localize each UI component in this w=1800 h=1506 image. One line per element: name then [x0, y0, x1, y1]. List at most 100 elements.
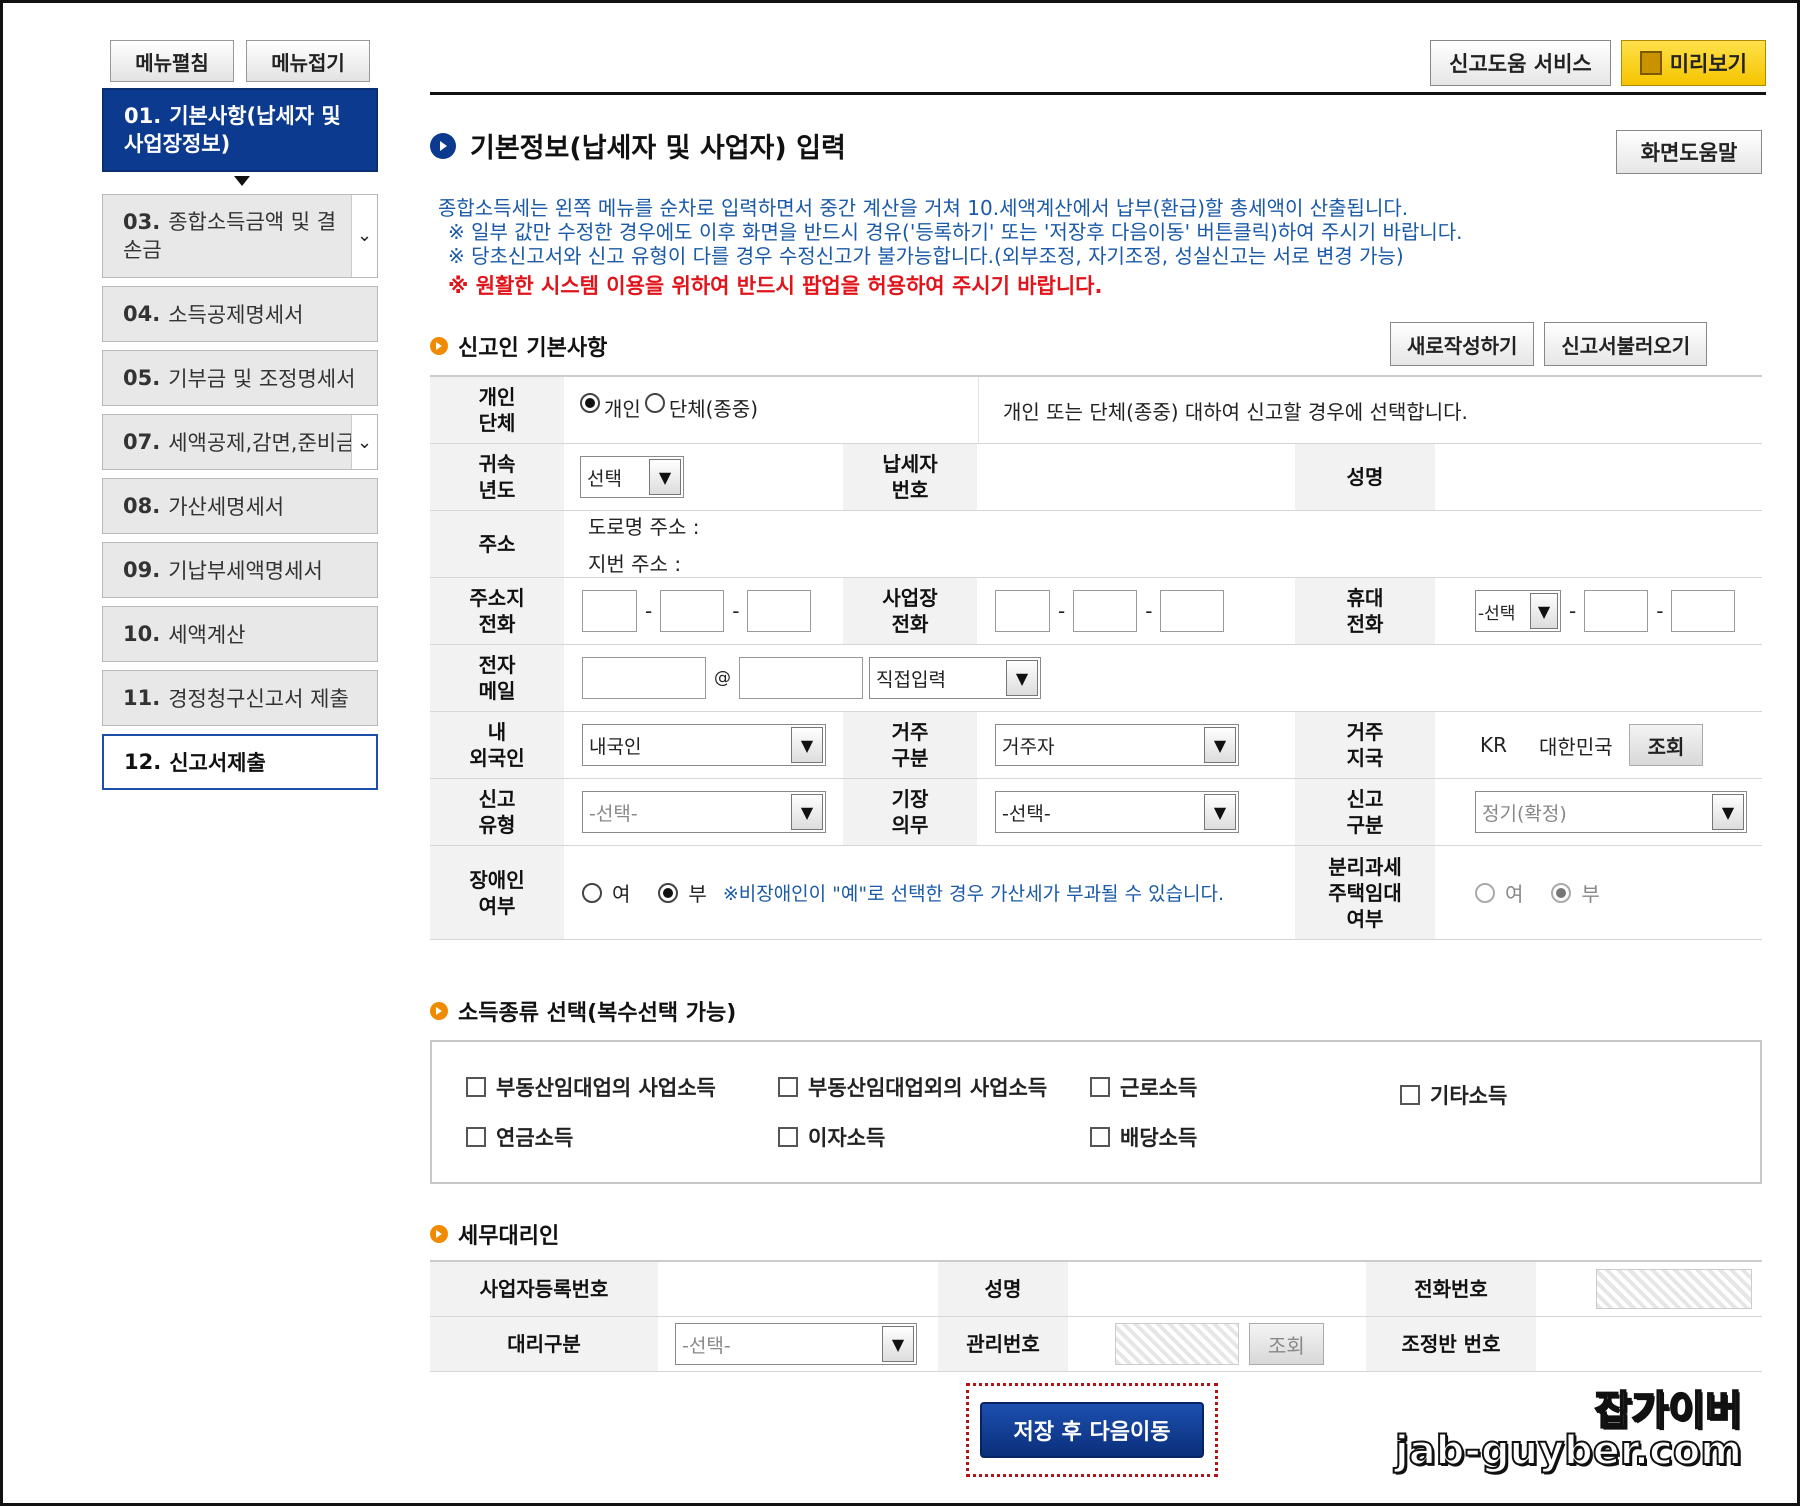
- report-class-select[interactable]: 정기(확정) ▼: [1475, 791, 1747, 833]
- income-type-box: 부동산임대업의 사업소득 부동산임대업외의 사업소득 근로소득 기타소득 연금소…: [430, 1040, 1762, 1184]
- chevron-down-icon[interactable]: ⌄: [351, 415, 377, 469]
- menu-collapse-button[interactable]: 메뉴접기: [246, 40, 370, 82]
- income-option[interactable]: 이자소득: [778, 1122, 885, 1152]
- residence-select[interactable]: 거주자 ▼: [995, 724, 1239, 766]
- home-phone-part1[interactable]: [582, 590, 637, 632]
- country-lookup-button[interactable]: 조회: [1628, 724, 1704, 766]
- year-select[interactable]: 선택 ▼: [580, 456, 684, 498]
- email-domain-input[interactable]: [739, 657, 863, 699]
- email-id-input[interactable]: [582, 657, 706, 699]
- sidebar-item-income-amount[interactable]: 03. 종합소득금액 및 결손금 ⌄: [102, 194, 378, 278]
- sidebar-item-submit[interactable]: 12. 신고서제출: [102, 734, 378, 790]
- mobile-part2[interactable]: [1584, 590, 1649, 632]
- agent-phone-field: [1596, 1269, 1752, 1309]
- income-option[interactable]: 기타소득: [1400, 1080, 1507, 1110]
- res-country-cell: KR 대한민국 조회: [1480, 712, 1760, 778]
- top-toolbar: 신고도움 서비스 미리보기: [1430, 40, 1766, 86]
- biz-phone-part2[interactable]: [1073, 590, 1138, 632]
- biz-phone-part3[interactable]: [1160, 590, 1225, 632]
- reporter-form: 개인 단체 개인 단체(종중) 개인 또는 단체(종중) 대하여 신고할 경우에…: [430, 375, 1762, 940]
- mgmt-lookup-button[interactable]: 조회: [1249, 1323, 1324, 1365]
- agent-type-select[interactable]: -선택- ▼: [675, 1323, 917, 1365]
- income-option[interactable]: 부동산임대업의 사업소득: [466, 1072, 716, 1102]
- checkbox[interactable]: [466, 1127, 486, 1147]
- separate-tax-label: 분리과세 주택임대 여부: [1295, 846, 1435, 939]
- home-phone-inputs: - -: [582, 578, 842, 644]
- report-type-value: -선택-: [589, 802, 638, 825]
- email-domain-select[interactable]: 직접입력 ▼: [869, 657, 1041, 699]
- mgmt-no-label: 관리번호: [938, 1317, 1068, 1371]
- section-title: 소득종류 선택(복수선택 가능): [458, 1001, 737, 1026]
- section-title: 신고인 기본사항: [458, 336, 608, 361]
- sidebar-item-label: 경정청구신고서 제출: [168, 687, 349, 711]
- checkbox[interactable]: [1090, 1077, 1110, 1097]
- report-type-select[interactable]: -선택- ▼: [582, 791, 826, 833]
- checkbox[interactable]: [1090, 1127, 1110, 1147]
- menu-expand-button[interactable]: 메뉴펼침: [110, 40, 234, 82]
- disabled-yes-radio[interactable]: [582, 882, 602, 903]
- indiv-option-label: 개인: [604, 397, 641, 421]
- year-select-value: 선택: [587, 467, 622, 490]
- bookkeeping-select[interactable]: -선택- ▼: [995, 791, 1239, 833]
- nationality-select[interactable]: 내국인 ▼: [582, 724, 826, 766]
- home-phone-part2[interactable]: [660, 590, 725, 632]
- address-cell: 도로명 주소 : 지번 주소 :: [588, 511, 1188, 577]
- sidebar-item-penalty-tax[interactable]: 08. 가산세명세서: [102, 478, 378, 534]
- dash: -: [1145, 599, 1153, 623]
- income-option[interactable]: 연금소득: [466, 1122, 573, 1152]
- sidebar-item-num: 01.: [124, 104, 162, 128]
- sidebar-item-label: 소득공제명세서: [168, 303, 304, 327]
- checkbox[interactable]: [778, 1077, 798, 1097]
- preview-button[interactable]: 미리보기: [1620, 40, 1766, 86]
- biz-phone-part1[interactable]: [995, 590, 1050, 632]
- yes-label: 여: [1505, 882, 1524, 906]
- load-report-button[interactable]: 신고서불러오기: [1544, 322, 1708, 366]
- email-label: 전자 메일: [430, 645, 564, 711]
- checkbox[interactable]: [1400, 1085, 1420, 1105]
- disabled-note: ※비장애인이 "예"로 선택한 경우 가산세가 부과될 수 있습니다.: [722, 883, 1225, 905]
- income-option[interactable]: 근로소득: [1090, 1072, 1197, 1102]
- checkbox[interactable]: [466, 1077, 486, 1097]
- chevron-down-icon[interactable]: ⌄: [351, 195, 377, 277]
- sidebar-item-prepaid-tax[interactable]: 09. 기납부세액명세서: [102, 542, 378, 598]
- group-option-label: 단체(종중): [668, 397, 759, 421]
- yes-label: 여: [612, 882, 631, 906]
- income-option-label: 배당소득: [1120, 1126, 1198, 1150]
- checkbox[interactable]: [778, 1127, 798, 1147]
- screen-help-button[interactable]: 화면도움말: [1616, 130, 1762, 174]
- sidebar-item-num: 03.: [123, 210, 161, 234]
- sidebar-item-num: 10.: [123, 622, 161, 646]
- income-option[interactable]: 부동산임대업외의 사업소득: [778, 1072, 1047, 1102]
- road-address-label: 도로명 주소 :: [588, 515, 700, 539]
- new-report-button[interactable]: 새로작성하기: [1390, 322, 1535, 366]
- page-title-row: 기본정보(납세자 및 사업자) 입력: [430, 126, 846, 165]
- disabled-no-radio[interactable]: [658, 882, 679, 903]
- income-option-label: 근로소득: [1120, 1076, 1198, 1100]
- sidebar-item-num: 08.: [123, 494, 161, 518]
- sidebar-item-correction-claim[interactable]: 11. 경정청구신고서 제출: [102, 670, 378, 726]
- residence-value: 거주자: [1002, 735, 1055, 758]
- separate-tax-yes-radio[interactable]: [1475, 882, 1495, 903]
- sidebar-item-num: 07.: [123, 430, 161, 454]
- sidebar-item-label: 기부금 및 조정명세서: [168, 367, 356, 391]
- group-radio[interactable]: [644, 393, 665, 413]
- arrow-circle-icon: [430, 132, 456, 159]
- income-option[interactable]: 배당소득: [1090, 1122, 1197, 1152]
- sidebar-item-deduction[interactable]: 04. 소득공제명세서: [102, 286, 378, 342]
- help-service-button[interactable]: 신고도움 서비스: [1430, 40, 1611, 86]
- sidebar-item-label: 가산세명세서: [168, 495, 285, 519]
- sidebar-item-tax-credit[interactable]: 07. 세액공제,감면,준비금 ⌄: [102, 414, 378, 470]
- separate-tax-no-radio[interactable]: [1551, 882, 1572, 903]
- save-button-highlight: 저장 후 다음이동: [966, 1383, 1218, 1477]
- save-and-next-button[interactable]: 저장 후 다음이동: [980, 1402, 1204, 1458]
- form-row-report-type: 신고 유형 -선택- ▼ 기장 의무 -선택- ▼ 신고 구분 정기(확정) ▼: [430, 779, 1762, 846]
- nationality-cell: 내국인 ▼: [582, 712, 842, 778]
- indiv-radio[interactable]: [580, 393, 600, 413]
- home-phone-part3[interactable]: [747, 590, 812, 632]
- sidebar-item-donation[interactable]: 05. 기부금 및 조정명세서: [102, 350, 378, 406]
- sidebar-item-basic-info[interactable]: 01. 기본사항(납세자 및 사업장정보): [102, 88, 378, 186]
- sidebar-item-tax-calc[interactable]: 10. 세액계산: [102, 606, 378, 662]
- mobile-part3[interactable]: [1671, 590, 1736, 632]
- mobile-prefix-select[interactable]: -선택 ▼: [1475, 590, 1561, 632]
- bookkeeping-cell: -선택- ▼: [995, 779, 1255, 845]
